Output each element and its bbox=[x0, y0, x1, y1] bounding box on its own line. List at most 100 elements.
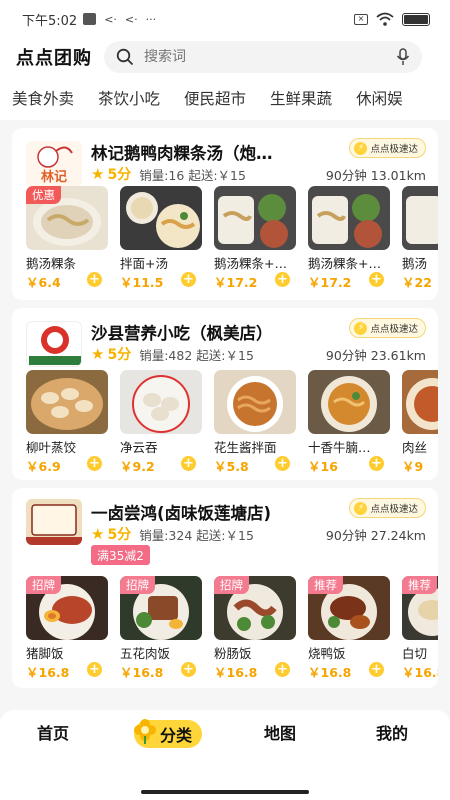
shop-card[interactable]: 一卤尝鸿(卤味饭莲塘店) ⚡ 点点极速达 ★ 5分 销量:324 起送:￥15 9… bbox=[12, 488, 438, 688]
dish-price: ￥9.2 bbox=[120, 459, 155, 474]
dish-name: 猪脚饭 bbox=[26, 646, 64, 661]
category-tab-food[interactable]: 美食外卖 bbox=[12, 87, 74, 109]
tab-map[interactable]: 地图 bbox=[264, 720, 296, 744]
tab-mine[interactable]: 我的 bbox=[376, 720, 408, 744]
category-tab-tea[interactable]: 茶饮小吃 bbox=[98, 87, 160, 109]
shop-score: 5分 bbox=[107, 527, 132, 543]
lightning-icon: ⚡ bbox=[354, 321, 368, 335]
lightning-icon: ⚡ bbox=[354, 141, 368, 155]
dish-name: 鹅汤粿条 bbox=[26, 256, 77, 271]
dish-card[interactable]: 优惠 鹅汤粿条 ￥6.4 + bbox=[26, 186, 108, 290]
add-to-cart-button[interactable]: + bbox=[369, 272, 384, 287]
app-title: 点点团购 bbox=[16, 48, 92, 69]
dish-card[interactable]: 招牌 猪脚饭 ￥16.8 + bbox=[26, 576, 108, 680]
svg-text:林记: 林记 bbox=[41, 169, 67, 185]
dish-price: ￥16.8 bbox=[402, 665, 438, 680]
dish-price: ￥6.9 bbox=[26, 459, 61, 474]
microphone-icon[interactable] bbox=[396, 48, 410, 66]
dish-name: 拌面+汤 bbox=[120, 256, 168, 271]
dish-card[interactable]: 鹅汤粿条+… ￥17.2 + bbox=[308, 186, 390, 290]
shop-card[interactable]: 沙县营养小吃（枫美店） ⚡ 点点极速达 ★ 5分 销量:482 起送:￥15 90… bbox=[12, 308, 438, 480]
shop-name[interactable]: 沙县营养小吃（枫美店） bbox=[91, 320, 351, 344]
dish-name: 鹅汤粿条+… bbox=[308, 256, 381, 271]
dish-card[interactable]: 拌面+汤 ￥11.5 + bbox=[120, 186, 202, 290]
dish-name: 花生酱拌面 bbox=[214, 440, 277, 455]
shop-name[interactable]: 一卤尝鸿(卤味饭莲塘店) bbox=[91, 500, 351, 524]
dish-name: 五花肉饭 bbox=[120, 646, 171, 661]
dish-card[interactable]: 招牌 粉肠饭 ￥16.8 + bbox=[214, 576, 296, 680]
dish-name: 白切 bbox=[402, 646, 428, 661]
add-to-cart-button[interactable]: + bbox=[87, 272, 102, 287]
dish-tag: 招牌 bbox=[214, 576, 249, 594]
dish-card[interactable]: 净云吞 ￥9.2 + bbox=[120, 370, 202, 474]
search-bar[interactable] bbox=[104, 41, 422, 73]
add-to-cart-button[interactable]: + bbox=[181, 272, 196, 287]
add-to-cart-button[interactable]: + bbox=[275, 662, 290, 677]
dish-photo bbox=[214, 186, 296, 250]
shop-score: 5分 bbox=[107, 167, 132, 183]
dish-tag: 招牌 bbox=[26, 576, 61, 594]
add-to-cart-button[interactable]: + bbox=[369, 662, 384, 677]
shop-meta: ★ 5分 销量:324 起送:￥15 90分钟 27.24km bbox=[91, 524, 426, 544]
dish-tag: 推荐 bbox=[308, 576, 343, 594]
star-icon: ★ bbox=[91, 345, 105, 363]
shop-card[interactable]: 林记 林记鹅鸭肉粿条汤（炮… ⚡ 点点极速达 ★ 5分 销量:16 起送:￥15 … bbox=[12, 128, 438, 300]
dish-price: ￥17.2 bbox=[308, 275, 352, 290]
shop-feed[interactable]: 林记 林记鹅鸭肉粿条汤（炮… ⚡ 点点极速达 ★ 5分 销量:16 起送:￥15 … bbox=[0, 120, 450, 710]
dish-price: ￥16.8 bbox=[308, 665, 352, 680]
dish-card[interactable]: 柳叶蒸饺 ￥6.9 + bbox=[26, 370, 108, 474]
add-to-cart-button[interactable]: + bbox=[87, 662, 102, 677]
dish-price: ￥6.4 bbox=[26, 275, 61, 290]
express-badge: ⚡ 点点极速达 bbox=[349, 138, 426, 158]
search-input[interactable] bbox=[144, 49, 396, 65]
dish-card[interactable]: 花生酱拌面 ￥5.8 + bbox=[214, 370, 296, 474]
dish-row: 柳叶蒸饺 ￥6.9 + 净云吞 ￥9.2 + 花生酱拌面 ￥5.8 + 十香牛腩… bbox=[26, 370, 438, 474]
dish-photo bbox=[402, 186, 438, 250]
dish-tag: 招牌 bbox=[120, 576, 155, 594]
category-tabs: 美食外卖 茶饮小吃 便民超市 生鲜果蔬 休闲娱 bbox=[0, 76, 450, 120]
star-icon: ★ bbox=[91, 165, 105, 183]
dish-price: ￥22 bbox=[402, 275, 432, 290]
add-to-cart-button[interactable]: + bbox=[369, 456, 384, 471]
add-to-cart-button[interactable]: + bbox=[87, 456, 102, 471]
category-tab-market[interactable]: 便民超市 bbox=[184, 87, 246, 109]
dish-name: 鹅汤 bbox=[402, 256, 428, 271]
status-time: 下午5:02 bbox=[22, 13, 78, 29]
shop-eta-distance: 90分钟 27.24km bbox=[325, 527, 426, 543]
tab-home[interactable]: 首页 bbox=[37, 720, 69, 744]
dish-name: 十香牛腩… bbox=[308, 440, 371, 455]
tab-category[interactable]: 分类 bbox=[134, 719, 203, 748]
dish-price: ￥11.5 bbox=[120, 275, 164, 290]
dish-card[interactable]: 鹅汤 ￥22 bbox=[402, 186, 438, 290]
dish-card[interactable]: 推荐 白切 ￥16.8 bbox=[402, 576, 438, 680]
notification-icon bbox=[83, 13, 97, 25]
dish-photo: 优惠 bbox=[26, 186, 108, 250]
dish-name: 鹅汤粿条+… bbox=[214, 256, 287, 271]
shop-name[interactable]: 林记鹅鸭肉粿条汤（炮… bbox=[91, 140, 351, 164]
star-icon: ★ bbox=[91, 525, 105, 543]
dish-photo: 推荐 bbox=[308, 576, 390, 640]
dish-photo bbox=[214, 370, 296, 434]
shop-min-order: 起送:￥15 bbox=[196, 347, 254, 363]
category-tab-leisure[interactable]: 休闲娱 bbox=[356, 87, 403, 109]
add-to-cart-button[interactable]: + bbox=[275, 272, 290, 287]
dish-card[interactable]: 十香牛腩… ￥16 + bbox=[308, 370, 390, 474]
dish-card[interactable]: 招牌 五花肉饭 ￥16.8 + bbox=[120, 576, 202, 680]
dish-card[interactable]: 鹅汤粿条+… ￥17.2 + bbox=[214, 186, 296, 290]
shop-sales: 销量:482 bbox=[139, 347, 193, 363]
dish-card[interactable]: 肉丝 ￥9 bbox=[402, 370, 438, 474]
home-indicator bbox=[141, 790, 309, 794]
shop-logo: 林记 bbox=[26, 141, 82, 187]
add-to-cart-button[interactable]: + bbox=[275, 456, 290, 471]
dish-photo bbox=[26, 370, 108, 434]
shop-min-order: 起送:￥15 bbox=[196, 527, 254, 543]
shop-logo bbox=[26, 321, 82, 367]
add-to-cart-button[interactable]: + bbox=[181, 456, 196, 471]
search-icon bbox=[116, 48, 134, 66]
share-icon: <· bbox=[104, 12, 117, 26]
add-to-cart-button[interactable]: + bbox=[181, 662, 196, 677]
dish-photo bbox=[120, 370, 202, 434]
dish-price: ￥16.8 bbox=[120, 665, 164, 680]
category-tab-fresh[interactable]: 生鲜果蔬 bbox=[270, 87, 332, 109]
dish-card[interactable]: 推荐 烧鸭饭 ￥16.8 + bbox=[308, 576, 390, 680]
